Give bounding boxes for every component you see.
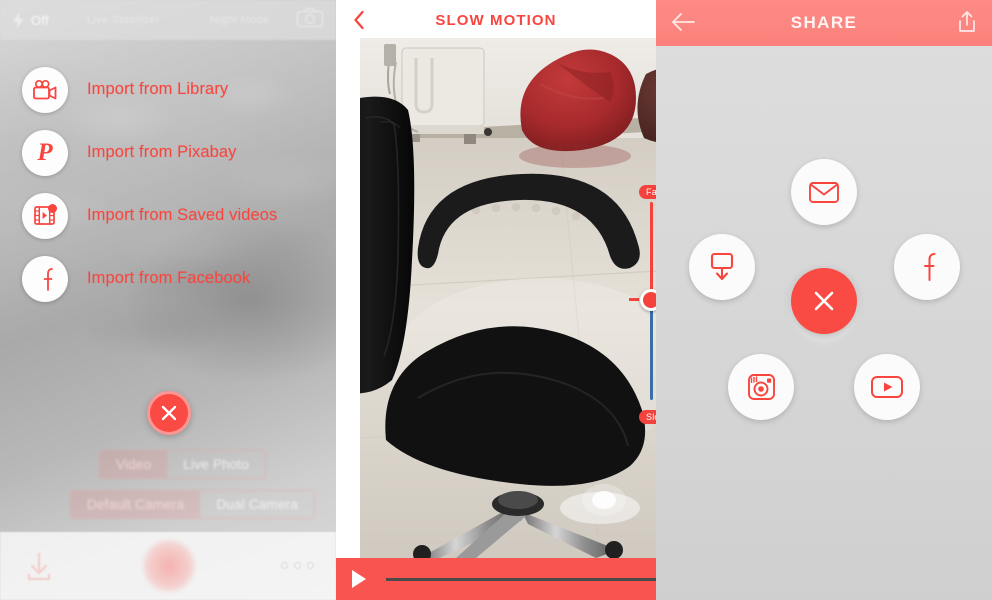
share-facebook-button[interactable]	[894, 234, 960, 300]
preview-image	[360, 38, 656, 558]
instagram-icon	[748, 374, 775, 400]
toggle-option-video[interactable]: Video	[100, 451, 168, 478]
record-button[interactable]	[143, 540, 195, 592]
import-from-library-row[interactable]: Import from Library	[0, 58, 336, 121]
slider-slow-label: Slow	[639, 410, 656, 424]
topbar-faint-item-2: Night Mode	[210, 14, 270, 26]
camera-bottom-toolbar	[0, 532, 336, 600]
new-badge-dot	[48, 203, 57, 213]
close-x-icon	[161, 405, 177, 421]
facebook-icon	[22, 255, 68, 302]
facebook-icon	[924, 253, 936, 281]
envelope-icon	[809, 182, 839, 203]
slider-handle[interactable]	[640, 289, 656, 311]
import-from-library-label: Import from Library	[87, 80, 229, 98]
panel-share: SHARE	[656, 0, 992, 600]
three-dots-icon[interactable]	[281, 562, 314, 569]
panel-import-options: Off Live Stabilizer Night Mode Import fr…	[0, 0, 336, 600]
share-youtube-button[interactable]	[854, 354, 920, 420]
pixabay-p-icon: P	[22, 129, 68, 176]
share-title: SHARE	[790, 13, 858, 32]
slider-tick-marker	[629, 298, 639, 301]
close-overlay-button[interactable]	[147, 391, 191, 435]
play-icon[interactable]	[352, 570, 366, 588]
share-email-button[interactable]	[791, 159, 857, 225]
import-options-list: Import from Library P Import from Pixaba…	[0, 58, 336, 310]
chevron-left-icon[interactable]	[348, 9, 370, 31]
import-from-pixabay-label: Import from Pixabay	[87, 143, 237, 161]
slider-fast-label: Fast	[639, 185, 656, 199]
share-close-button[interactable]	[791, 268, 857, 334]
share-save-button[interactable]	[689, 234, 755, 300]
youtube-icon	[871, 376, 903, 398]
share-targets-group	[656, 46, 992, 600]
camera-flip-icon[interactable]	[296, 7, 324, 34]
flash-state-label: Off	[31, 12, 50, 28]
page-title: SLOW MOTION	[435, 11, 557, 29]
toggle-option-default-camera[interactable]: Default Camera	[71, 491, 201, 518]
flash-off-icon[interactable]	[12, 11, 25, 29]
import-from-saved-videos-label: Import from Saved videos	[87, 206, 278, 224]
download-icon[interactable]	[20, 548, 58, 586]
arrow-left-icon[interactable]	[670, 12, 696, 37]
import-from-facebook-label: Import from Facebook	[87, 269, 251, 287]
share-header: SHARE	[656, 0, 992, 46]
speed-slider[interactable]: Fast Slow	[629, 182, 656, 426]
video-preview[interactable]	[360, 38, 656, 558]
app-showcase-stage: Off Live Stabilizer Night Mode Import fr…	[0, 0, 992, 600]
progress-scrubber[interactable]	[386, 577, 656, 581]
import-from-saved-videos-row[interactable]: Import from Saved videos	[0, 184, 336, 247]
panel-slow-motion-editor: SLOW MOTION Fa Sl	[336, 0, 656, 600]
import-from-pixabay-row[interactable]: P Import from Pixabay	[0, 121, 336, 184]
share-export-icon[interactable]	[956, 10, 978, 39]
mode-toggle-video-livephoto[interactable]: Video Live Photo	[99, 450, 267, 479]
film-strip-play-icon	[22, 192, 68, 239]
toggle-option-live-photo[interactable]: Live Photo	[167, 451, 265, 478]
close-x-icon	[814, 291, 834, 311]
slow-motion-header: SLOW MOTION	[336, 0, 656, 40]
slider-track-slow	[650, 308, 653, 400]
toggle-option-dual-camera[interactable]: Dual Camera	[200, 491, 314, 518]
share-instagram-button[interactable]	[728, 354, 794, 420]
mode-toggle-camera[interactable]: Default Camera Dual Camera	[70, 490, 316, 519]
movie-camera-icon	[22, 66, 68, 113]
player-bar	[336, 558, 656, 600]
topbar-faint-item-1: Live Stabilizer	[87, 14, 160, 26]
slider-track-fast	[650, 202, 653, 300]
import-from-facebook-row[interactable]: Import from Facebook	[0, 247, 336, 310]
save-download-icon	[710, 252, 734, 281]
camera-top-toolbar: Off Live Stabilizer Night Mode	[0, 0, 336, 40]
